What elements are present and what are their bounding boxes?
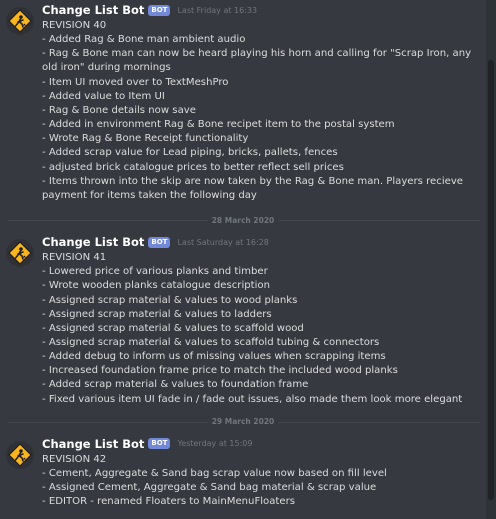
message-line: - Assigned Cement, Aggregate & Sand bag … <box>42 482 377 494</box>
bot-badge: BOT <box>148 236 171 248</box>
chat-message: Change List Bot BOT Yesterday at 15:09 R… <box>0 435 486 510</box>
message-content: REVISION 40 - Added Rag & Bone man ambie… <box>42 19 486 203</box>
timestamp[interactable]: Last Friday at 16:33 <box>177 6 257 15</box>
username[interactable]: Change List Bot <box>42 3 144 17</box>
construction-worker-warning-sign-icon <box>8 442 32 467</box>
message-line: - Fixed various item UI fade in / fade o… <box>42 393 463 405</box>
bot-avatar[interactable] <box>6 239 34 268</box>
date-divider-label: 29 March 2020 <box>207 417 279 427</box>
message-line: - adjusted brick catalogue prices to bet… <box>42 161 344 173</box>
scrollbar[interactable] <box>486 0 496 519</box>
message-line: REVISION 40 <box>42 20 107 31</box>
username[interactable]: Change List Bot <box>42 235 144 249</box>
message-line: - EDITOR - renamed Floaters to MainMenuF… <box>42 496 295 508</box>
date-divider: 28 March 2020 <box>0 209 486 231</box>
date-divider: 29 March 2020 <box>0 411 486 433</box>
message-line: - Increased foundation frame price to ma… <box>42 365 398 377</box>
chat-message: Change List Bot BOT Last Saturday at 16:… <box>0 233 486 407</box>
username[interactable]: Change List Bot <box>42 437 144 451</box>
message-line: - Items thrown into the skip are now tak… <box>42 175 464 201</box>
bot-avatar[interactable] <box>6 440 34 469</box>
message-line: - Added Rag & Bone man ambient audio <box>42 34 246 46</box>
message-line: REVISION 41 <box>42 252 107 264</box>
message-line: - Cement, Aggregate & Sand bag scrap val… <box>42 467 387 479</box>
message-line: - Added debug to inform us of missing va… <box>42 351 386 363</box>
bot-badge: BOT <box>148 4 171 16</box>
message-header: Change List Bot BOT Last Saturday at 16:… <box>42 233 486 251</box>
message-line: - Rag & Bone details now save <box>42 104 196 116</box>
message-header: Change List Bot BOT Yesterday at 15:09 <box>42 435 486 453</box>
message-list: Change List Bot BOT Last Friday at 16:33… <box>0 0 486 519</box>
message-line: - Wrote wooden planks catalogue descript… <box>42 280 270 292</box>
timestamp[interactable]: Last Saturday at 16:28 <box>177 238 268 247</box>
date-divider-label: 28 March 2020 <box>207 215 279 225</box>
chat-message: Change List Bot BOT Last Friday at 16:33… <box>0 1 486 203</box>
message-line: - Item UI moved over to TextMeshPro <box>42 76 229 88</box>
message-line: - Added scrap material & values to found… <box>42 379 309 391</box>
construction-worker-warning-sign-icon <box>8 9 32 33</box>
message-line: - Rag & Bone man can now be heard playin… <box>42 48 472 74</box>
message-line: - Added value to Item UI <box>42 90 165 102</box>
scrollbar-thumb[interactable] <box>488 60 494 500</box>
message-content: REVISION 42 - Cement, Aggregate & Sand b… <box>42 453 486 510</box>
message-line: - Wrote Rag & Bone Receipt functionality <box>42 133 249 145</box>
message-line: - Added scrap value for Lead piping, bri… <box>42 147 338 159</box>
message-line: REVISION 42 <box>42 453 107 465</box>
bot-avatar[interactable] <box>6 7 34 35</box>
message-line: - Assigned scrap material & values to sc… <box>42 336 380 348</box>
construction-worker-warning-sign-icon <box>8 241 32 265</box>
message-line: - Added in environment Rag & Bone recipe… <box>42 119 395 131</box>
message-header: Change List Bot BOT Last Friday at 16:33 <box>42 1 486 19</box>
message-line: - Assigned scrap material & values to la… <box>42 308 272 320</box>
timestamp[interactable]: Yesterday at 15:09 <box>177 439 252 448</box>
message-line: - Lowered price of various planks and ti… <box>42 266 268 278</box>
bot-badge: BOT <box>148 438 171 450</box>
message-line: - Assigned scrap material & values to sc… <box>42 322 304 334</box>
message-line: - Assigned scrap material & values to wo… <box>42 294 298 306</box>
message-content: REVISION 41 - Lowered price of various p… <box>42 251 486 407</box>
